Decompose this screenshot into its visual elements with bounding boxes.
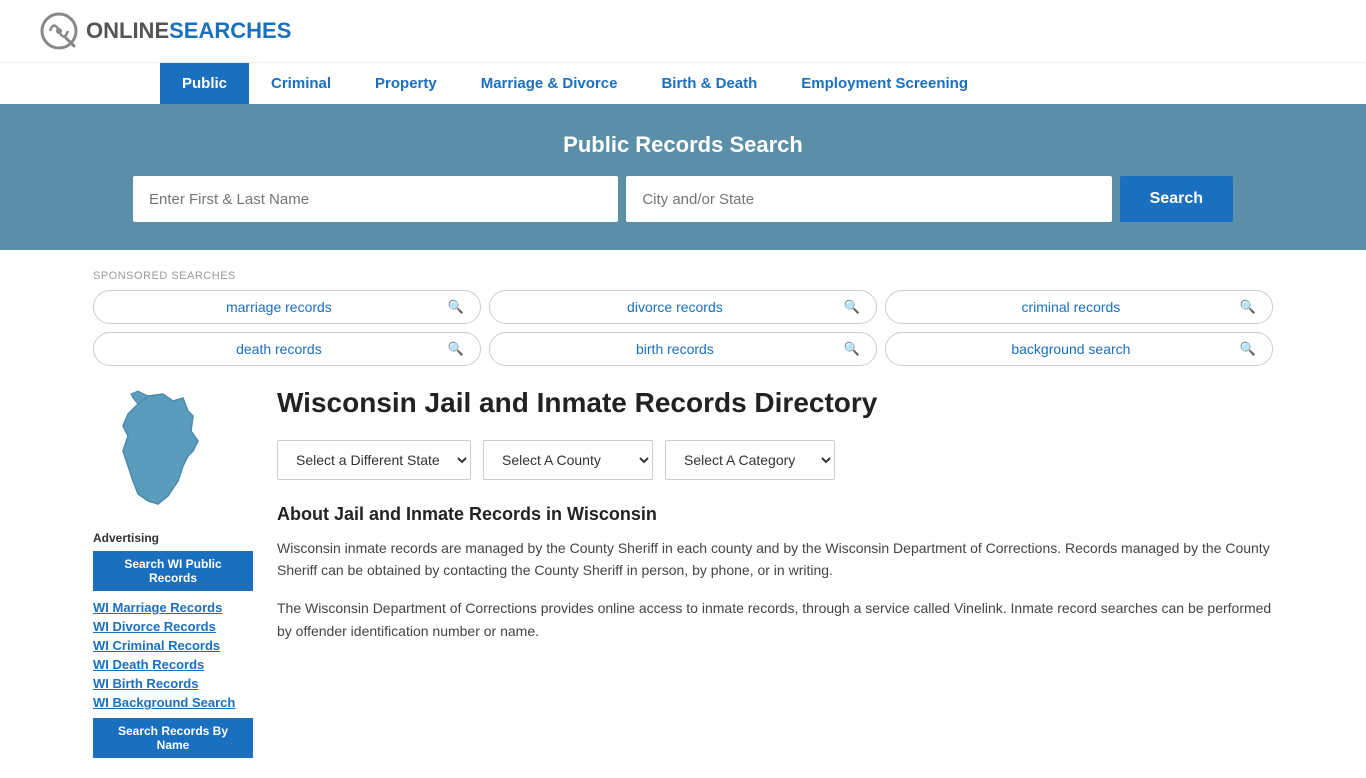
sponsored-grid: marriage records 🔍 divorce records 🔍 cri… [93, 290, 1273, 366]
sidebar-ad-label: Advertising [93, 531, 253, 545]
sidebar-search-btn[interactable]: Search WI Public Records [93, 551, 253, 591]
sidebar-search-by-name-btn[interactable]: Search Records By Name [93, 718, 253, 758]
main-nav: Public Criminal Property Marriage & Divo… [0, 62, 1366, 104]
search-icon-background: 🔍 [1240, 341, 1256, 357]
main-wrapper: SPONSORED SEARCHES marriage records 🔍 di… [53, 250, 1313, 778]
wisconsin-map [93, 386, 223, 516]
nav-item-public[interactable]: Public [160, 63, 249, 104]
about-title: About Jail and Inmate Records in Wiscons… [277, 504, 1273, 525]
sidebar-links: WI Marriage Records WI Divorce Records W… [93, 599, 253, 710]
county-select[interactable]: Select A County [483, 440, 653, 480]
sponsored-birth[interactable]: birth records 🔍 [489, 332, 877, 366]
search-icon-criminal: 🔍 [1240, 299, 1256, 315]
search-button[interactable]: Search [1120, 176, 1233, 222]
sponsored-death[interactable]: death records 🔍 [93, 332, 481, 366]
about-paragraph-1: Wisconsin inmate records are managed by … [277, 537, 1273, 582]
main-content: Wisconsin Jail and Inmate Records Direct… [277, 386, 1273, 758]
nav-item-employment[interactable]: Employment Screening [779, 63, 990, 104]
search-form: Search [133, 176, 1233, 222]
nav-item-birth-death[interactable]: Birth & Death [639, 63, 779, 104]
sponsored-criminal[interactable]: criminal records 🔍 [885, 290, 1273, 324]
content-area: Advertising Search WI Public Records WI … [93, 386, 1273, 758]
wi-birth-link[interactable]: WI Birth Records [93, 676, 198, 691]
sponsored-label: SPONSORED SEARCHES [93, 270, 1273, 282]
sponsored-background[interactable]: background search 🔍 [885, 332, 1273, 366]
sponsored-section: SPONSORED SEARCHES marriage records 🔍 di… [93, 270, 1273, 366]
search-icon-death: 🔍 [448, 341, 464, 357]
list-item: WI Marriage Records [93, 599, 253, 615]
nav-item-marriage-divorce[interactable]: Marriage & Divorce [459, 63, 640, 104]
search-icon-divorce: 🔍 [844, 299, 860, 315]
search-icon-marriage: 🔍 [448, 299, 464, 315]
dropdown-row: Select a Different State Select A County… [277, 440, 1273, 480]
category-select[interactable]: Select A Category [665, 440, 835, 480]
wi-marriage-link[interactable]: WI Marriage Records [93, 600, 222, 615]
logo-text: ONLINESEARCHES [86, 18, 291, 44]
list-item: WI Criminal Records [93, 637, 253, 653]
sidebar: Advertising Search WI Public Records WI … [93, 386, 253, 758]
sponsored-marriage[interactable]: marriage records 🔍 [93, 290, 481, 324]
name-input[interactable] [133, 176, 618, 222]
state-select[interactable]: Select a Different State [277, 440, 471, 480]
page-title: Wisconsin Jail and Inmate Records Direct… [277, 386, 1273, 420]
location-input[interactable] [626, 176, 1111, 222]
nav-item-property[interactable]: Property [353, 63, 459, 104]
wi-divorce-link[interactable]: WI Divorce Records [93, 619, 216, 634]
logo: ONLINESEARCHES [40, 12, 291, 50]
wi-death-link[interactable]: WI Death Records [93, 657, 204, 672]
nav-item-criminal[interactable]: Criminal [249, 63, 353, 104]
list-item: WI Death Records [93, 656, 253, 672]
header: ONLINESEARCHES [0, 0, 1366, 62]
list-item: WI Divorce Records [93, 618, 253, 634]
search-banner: Public Records Search Search [0, 104, 1366, 250]
banner-title: Public Records Search [40, 132, 1326, 158]
wi-background-link[interactable]: WI Background Search [93, 695, 235, 710]
sponsored-divorce[interactable]: divorce records 🔍 [489, 290, 877, 324]
wi-criminal-link[interactable]: WI Criminal Records [93, 638, 220, 653]
list-item: WI Background Search [93, 694, 253, 710]
logo-icon [40, 12, 78, 50]
about-paragraph-2: The Wisconsin Department of Corrections … [277, 597, 1273, 642]
list-item: WI Birth Records [93, 675, 253, 691]
search-icon-birth: 🔍 [844, 341, 860, 357]
